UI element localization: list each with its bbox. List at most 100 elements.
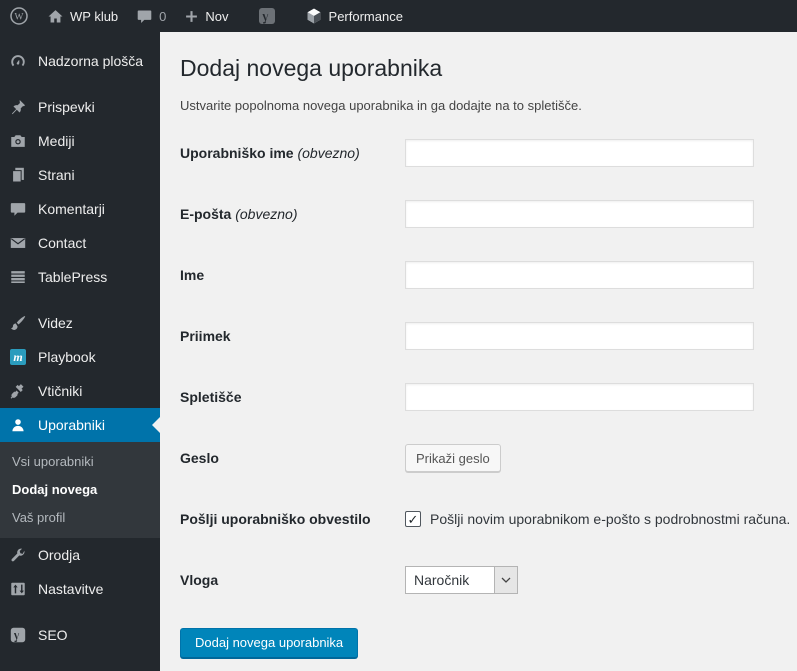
submenu-item-add-new[interactable]: Dodaj novega <box>0 476 160 504</box>
sidebar-item-pages[interactable]: Strani <box>0 158 160 192</box>
firstname-input[interactable] <box>405 261 754 290</box>
sidebar-item-tablepress[interactable]: TablePress <box>0 260 160 294</box>
wrench-icon <box>8 546 28 564</box>
form-row-website: Spletišče <box>180 367 797 428</box>
role-selected-value: Naročnik <box>414 572 470 589</box>
dashboard-icon <box>8 52 28 70</box>
home-icon <box>47 8 64 25</box>
required-hint: (obvezno) <box>235 206 298 223</box>
sidebar-item-label: Contact <box>38 235 87 251</box>
form-row-email: E-pošta (obvezno) <box>180 184 797 245</box>
wordpress-logo-menu[interactable]: W <box>0 0 38 32</box>
pin-icon <box>8 98 28 116</box>
form-row-password: Geslo Prikaži geslo <box>180 428 797 489</box>
camera-icon <box>8 132 28 150</box>
sidebar-item-plugins[interactable]: Vtičniki <box>0 374 160 408</box>
username-input[interactable] <box>405 139 754 168</box>
sidebar-item-label: SEO <box>38 627 68 643</box>
add-user-form: Uporabniško ime (obvezno) E-pošta (obvez… <box>180 123 797 658</box>
visit-site-link[interactable]: WP klub <box>38 0 127 32</box>
comment-bubble-icon <box>136 8 153 25</box>
brush-icon <box>8 314 28 332</box>
user-icon <box>8 416 28 434</box>
username-label: Uporabniško ime (obvezno) <box>180 145 360 162</box>
playbook-badge: m <box>10 349 26 365</box>
performance-menu[interactable]: Performance <box>296 0 412 32</box>
submenu-item-your-profile[interactable]: Vaš profil <box>0 504 160 532</box>
menu-separator <box>0 78 160 90</box>
comment-count: 0 <box>159 8 167 24</box>
sidebar-item-label: Nadzorna plošča <box>38 53 144 69</box>
form-row-lastname: Priimek <box>180 306 797 367</box>
envelope-icon <box>8 234 28 252</box>
notification-checkbox-text: Pošlji novim uporabnikom e-pošto s podro… <box>430 511 791 528</box>
playbook-m-icon: m <box>8 349 28 365</box>
role-select[interactable]: Naročnik <box>405 566 518 595</box>
admin-bar: W WP klub 0 Nov y Performance <box>0 0 797 32</box>
users-submenu: Vsi uporabniki Dodaj novega Vaš profil <box>0 442 160 538</box>
show-password-button[interactable]: Prikaži geslo <box>405 444 501 473</box>
plug-icon <box>8 382 28 400</box>
lastname-label: Priimek <box>180 328 231 345</box>
website-input[interactable] <box>405 383 754 412</box>
form-row-firstname: Ime <box>180 245 797 306</box>
sidebar-item-label: TablePress <box>38 269 108 285</box>
email-input[interactable] <box>405 200 754 229</box>
new-content-menu[interactable]: Nov <box>175 0 237 32</box>
wordpress-logo-icon: W <box>9 6 29 26</box>
menu-separator <box>0 606 160 618</box>
sliders-icon <box>8 580 28 598</box>
form-row-notification: Pošlji uporabniško obvestilo ✓ Pošlji no… <box>180 489 797 550</box>
sidebar-item-media[interactable]: Mediji <box>0 124 160 158</box>
performance-label: Performance <box>328 8 403 24</box>
sidebar-item-settings[interactable]: Nastavitve <box>0 572 160 606</box>
sidebar-item-comments[interactable]: Komentarji <box>0 192 160 226</box>
sidebar-item-label: Prispevki <box>38 99 95 115</box>
lastname-input[interactable] <box>405 322 754 351</box>
sidebar-item-label: Playbook <box>38 349 96 365</box>
sidebar-item-label: Strani <box>38 167 75 183</box>
sidebar-item-dashboard[interactable]: Nadzorna plošča <box>0 44 160 78</box>
plus-icon <box>184 9 199 24</box>
sidebar-item-label: Komentarji <box>38 201 105 217</box>
performance-cube-icon <box>305 7 323 25</box>
sidebar-item-label: Nastavitve <box>38 581 104 597</box>
chevron-down-icon <box>494 567 517 594</box>
sidebar-item-playbook[interactable]: m Playbook <box>0 340 160 374</box>
table-icon <box>8 268 28 286</box>
sidebar-item-tools[interactable]: Orodja <box>0 538 160 572</box>
page-subtitle: Ustvarite popolnoma novega uporabnika in… <box>180 97 582 113</box>
sidebar-item-contact[interactable]: Contact <box>0 226 160 260</box>
sidebar-item-appearance[interactable]: Videz <box>0 306 160 340</box>
submenu-item-all-users[interactable]: Vsi uporabniki <box>0 448 160 476</box>
yoast-seo-menu[interactable]: y <box>248 0 286 32</box>
add-new-user-submit-button[interactable]: Dodaj novega uporabnika <box>180 627 359 658</box>
active-menu-arrow <box>152 417 160 433</box>
website-label: Spletišče <box>180 389 242 406</box>
role-label: Vloga <box>180 572 219 589</box>
sidebar-item-seo[interactable]: y SEO <box>0 618 160 652</box>
comment-icon <box>8 200 28 218</box>
main-content: Dodaj novega uporabnika Ustvarite popoln… <box>160 32 797 671</box>
menu-separator <box>0 294 160 306</box>
new-label: Nov <box>205 8 229 24</box>
password-label: Geslo <box>180 450 219 467</box>
sidebar-item-label: Videz <box>38 315 73 331</box>
firstname-label: Ime <box>180 267 205 284</box>
sidebar-item-users[interactable]: Uporabniki <box>0 408 160 442</box>
send-notification-checkbox[interactable]: ✓ <box>405 511 421 528</box>
form-row-username: Uporabniško ime (obvezno) <box>180 123 797 184</box>
admin-sidebar: Nadzorna plošča Prispevki Mediji Strani … <box>0 32 160 671</box>
yoast-icon: y <box>257 6 277 26</box>
pages-icon <box>8 166 28 184</box>
required-hint: (obvezno) <box>297 145 360 162</box>
comments-menu[interactable]: 0 <box>127 0 175 32</box>
sidebar-item-label: Mediji <box>38 133 75 149</box>
email-label: E-pošta (obvezno) <box>180 206 298 223</box>
sidebar-item-posts[interactable]: Prispevki <box>0 90 160 124</box>
site-name: WP klub <box>70 8 119 24</box>
sidebar-item-label: Uporabniki <box>38 417 105 433</box>
svg-text:W: W <box>15 13 24 23</box>
page-title: Dodaj novega uporabnika <box>180 55 443 81</box>
sidebar-item-label: Orodja <box>38 547 81 563</box>
